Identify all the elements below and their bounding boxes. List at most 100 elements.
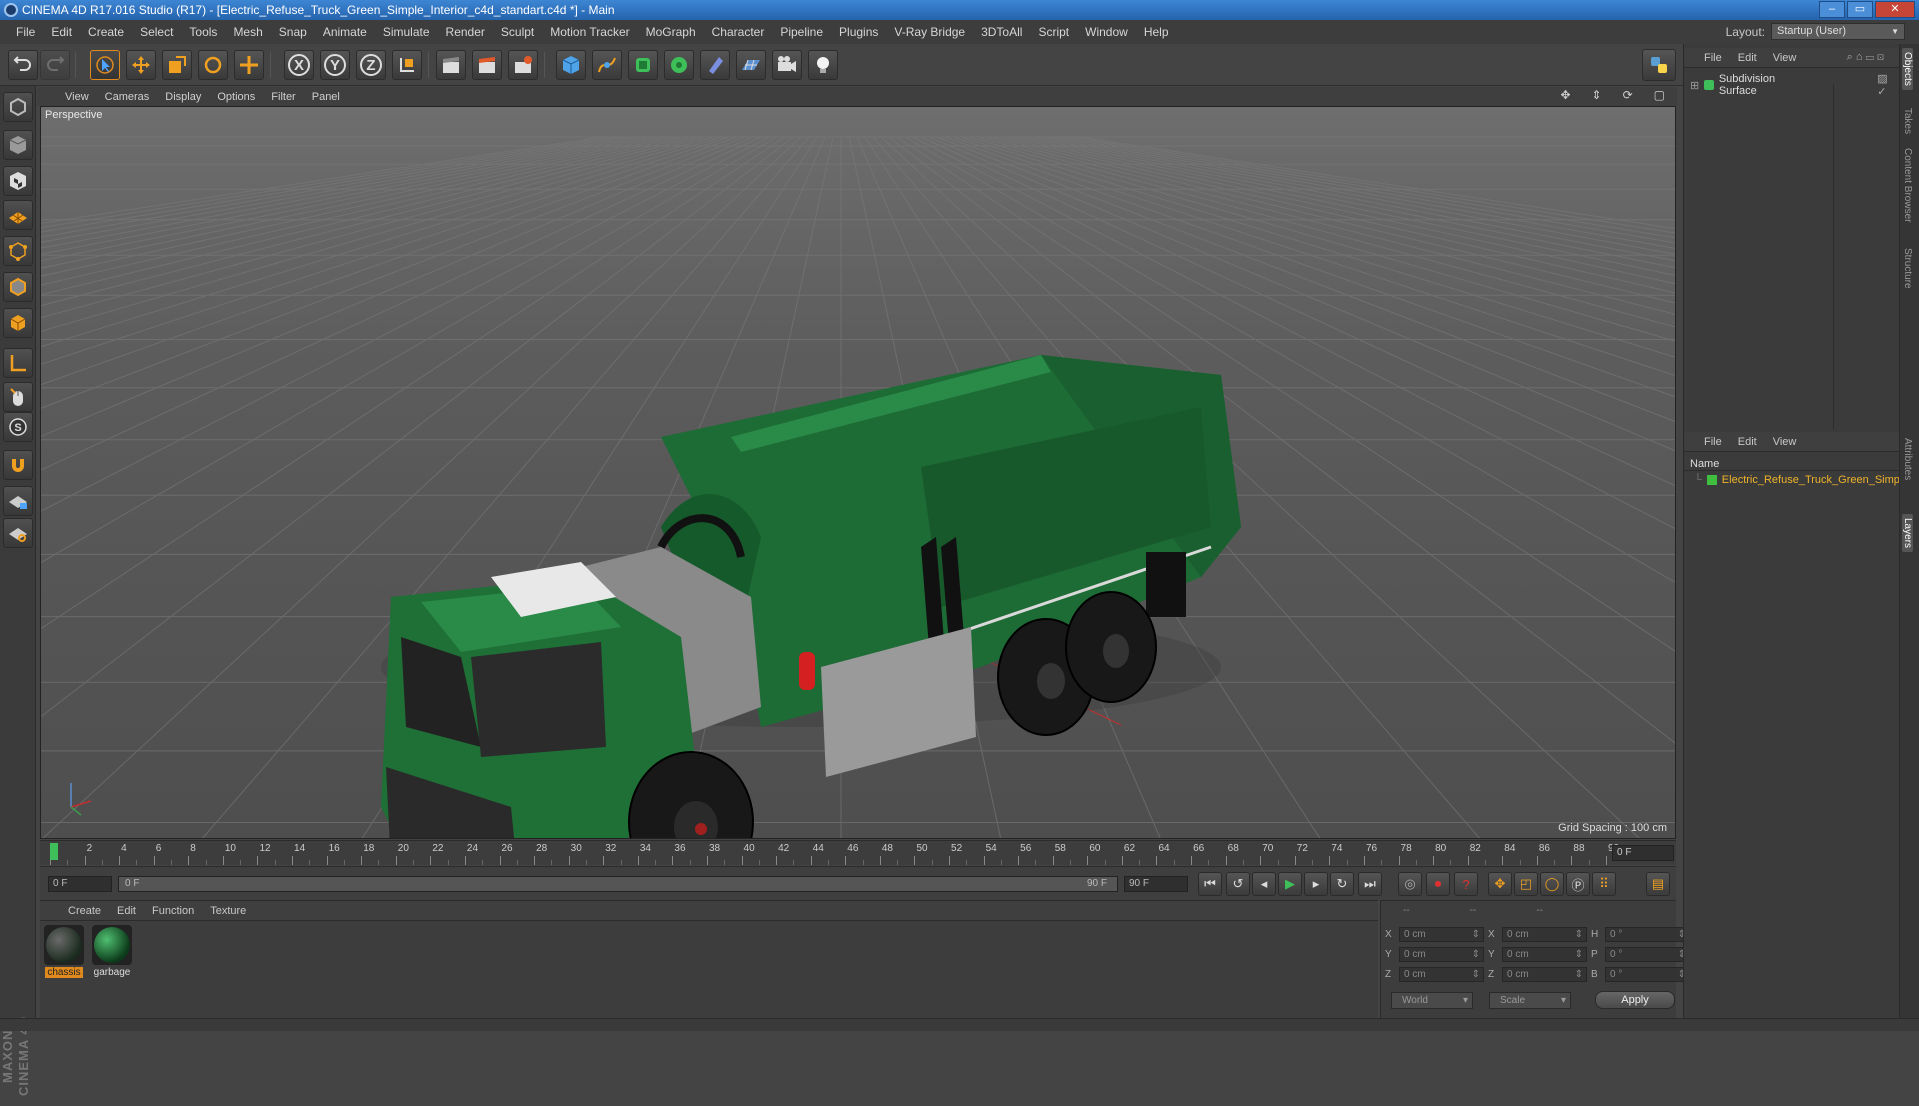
playhead-marker[interactable]: [50, 843, 58, 860]
go-to-end-button[interactable]: ⏭: [1358, 872, 1382, 896]
coordinate-system-button[interactable]: [392, 50, 422, 80]
menu-mograph[interactable]: MoGraph: [638, 25, 704, 39]
live-selection-button[interactable]: [90, 50, 120, 80]
visibility-toggle-icon[interactable]: ▨ ✓: [1877, 72, 1899, 98]
menu-file[interactable]: File: [8, 25, 43, 39]
points-mode-button[interactable]: [3, 236, 33, 266]
viewport-perspective[interactable]: Perspective Grid Spacing : 100 cm: [40, 106, 1676, 839]
key-pla-button[interactable]: ⠿: [1592, 872, 1616, 896]
menu-3dtoall[interactable]: 3DToAll: [973, 25, 1030, 39]
tab-layers[interactable]: Layers: [1902, 514, 1913, 553]
size-z-field[interactable]: 0 cm ⇕: [1502, 967, 1587, 982]
dolly-view-icon[interactable]: ⇕: [1584, 88, 1610, 102]
planar-workplane-button[interactable]: [3, 518, 33, 548]
apply-button[interactable]: Apply: [1595, 991, 1675, 1009]
tab-attributes[interactable]: Attributes: [1902, 434, 1913, 484]
rotation-b-field[interactable]: 0 ° ⇕: [1605, 967, 1690, 982]
menu-motion-tracker[interactable]: Motion Tracker: [542, 25, 637, 39]
camera-button[interactable]: [772, 50, 802, 80]
current-frame-field[interactable]: 0 F: [1612, 845, 1674, 861]
position-y-field[interactable]: 0 cm ⇕: [1399, 947, 1484, 962]
tweak-mode-button[interactable]: [3, 382, 33, 412]
rotate-view-icon[interactable]: ⟳: [1615, 88, 1641, 102]
close-button[interactable]: ✕: [1875, 1, 1915, 18]
x-axis-button[interactable]: X: [284, 50, 314, 80]
polygons-mode-button[interactable]: [3, 308, 33, 338]
viewport-menu-cameras[interactable]: Cameras: [97, 91, 158, 103]
tab-content-browser[interactable]: Content Browser: [1902, 144, 1913, 226]
objects-menu-view[interactable]: View: [1765, 52, 1805, 64]
menu-snap[interactable]: Snap: [271, 25, 315, 39]
tab-objects[interactable]: Objects: [1902, 48, 1913, 90]
menu-mesh[interactable]: Mesh: [225, 25, 270, 39]
menu-sculpt[interactable]: Sculpt: [493, 25, 542, 39]
model-mode-button[interactable]: [3, 130, 33, 160]
render-picture-viewer-button[interactable]: [472, 50, 502, 80]
autokey-button[interactable]: ?: [1454, 872, 1478, 896]
menu-script[interactable]: Script: [1030, 25, 1077, 39]
menu-simulate[interactable]: Simulate: [375, 25, 438, 39]
maximize-button[interactable]: ▭: [1847, 1, 1873, 18]
menu-plugins[interactable]: Plugins: [831, 25, 886, 39]
undo-button[interactable]: [8, 50, 38, 80]
menu-tools[interactable]: Tools: [181, 25, 225, 39]
workplane-mode-button[interactable]: [3, 200, 33, 230]
snap-button[interactable]: S: [3, 412, 33, 442]
menu-edit[interactable]: Edit: [43, 25, 80, 39]
material-menu-function[interactable]: Function: [144, 905, 202, 917]
viewport-menu-panel[interactable]: Panel: [304, 91, 348, 103]
size-y-field[interactable]: 0 cm ⇕: [1502, 947, 1587, 962]
rotation-p-field[interactable]: 0 ° ⇕: [1605, 947, 1690, 962]
viewport-menu-options[interactable]: Options: [209, 91, 263, 103]
coordinate-mode-dropdown[interactable]: World ▾: [1391, 992, 1473, 1009]
axis-mode-button[interactable]: [3, 348, 33, 378]
material-menu-texture[interactable]: Texture: [202, 905, 254, 917]
layers-menu-view[interactable]: View: [1765, 436, 1805, 448]
timeline-button[interactable]: ▤: [1646, 872, 1670, 896]
next-key-button[interactable]: ↻: [1330, 872, 1354, 896]
record-active-button[interactable]: ⏺: [1426, 872, 1450, 896]
menu-animate[interactable]: Animate: [315, 25, 375, 39]
rotate-button[interactable]: [198, 50, 228, 80]
y-axis-button[interactable]: Y: [320, 50, 350, 80]
timeline-ruler[interactable]: 0246810121416182022242628303234363840424…: [40, 840, 1676, 865]
material-menu-edit[interactable]: Edit: [109, 905, 144, 917]
tab-takes[interactable]: Takes: [1902, 104, 1913, 138]
size-mode-dropdown[interactable]: Scale ▾: [1489, 992, 1571, 1009]
layer-row[interactable]: └ Electric_Refuse_Truck_Green_Simp: [1694, 474, 1900, 486]
z-axis-button[interactable]: Z: [356, 50, 386, 80]
key-parameter-button[interactable]: Ⓟ: [1566, 872, 1590, 896]
viewport-menu-filter[interactable]: Filter: [263, 91, 303, 103]
start-frame-field[interactable]: 0 F: [48, 876, 112, 892]
subdivision-surface-button[interactable]: [628, 50, 658, 80]
menu-pipeline[interactable]: Pipeline: [772, 25, 831, 39]
menu-window[interactable]: Window: [1077, 25, 1136, 39]
rotation-h-field[interactable]: 0 ° ⇕: [1605, 927, 1690, 942]
cube-primitive-button[interactable]: [556, 50, 586, 80]
layout-dropdown[interactable]: Startup (User) ▼: [1771, 23, 1905, 40]
menu-create[interactable]: Create: [80, 25, 132, 39]
layers-menu-file[interactable]: File: [1696, 436, 1730, 448]
render-view-button[interactable]: [436, 50, 466, 80]
redo-button[interactable]: [40, 50, 70, 80]
previous-frame-button[interactable]: ◂: [1252, 872, 1276, 896]
move-button[interactable]: [126, 50, 156, 80]
key-rotation-button[interactable]: ◯: [1540, 872, 1564, 896]
position-x-field[interactable]: 0 cm ⇕: [1399, 927, 1484, 942]
material-garbage[interactable]: garbage: [90, 925, 134, 978]
floor-button[interactable]: [736, 50, 766, 80]
objects-menu-file[interactable]: File: [1696, 52, 1730, 64]
viewport-menu-display[interactable]: Display: [157, 91, 209, 103]
lock-workplane-button[interactable]: [3, 486, 33, 516]
menu-render[interactable]: Render: [438, 25, 493, 39]
play-button[interactable]: ▶: [1278, 872, 1302, 896]
previous-key-button[interactable]: ↺: [1226, 872, 1250, 896]
key-position-button[interactable]: ✥: [1488, 872, 1512, 896]
material-menu-create[interactable]: Create: [60, 905, 109, 917]
make-editable-button[interactable]: [3, 92, 33, 122]
python-button[interactable]: [1642, 49, 1676, 81]
objects-menu-edit[interactable]: Edit: [1730, 52, 1765, 64]
menu-character[interactable]: Character: [704, 25, 773, 39]
menu-v-ray-bridge[interactable]: V-Ray Bridge: [886, 25, 973, 39]
texture-mode-button[interactable]: [3, 166, 33, 196]
